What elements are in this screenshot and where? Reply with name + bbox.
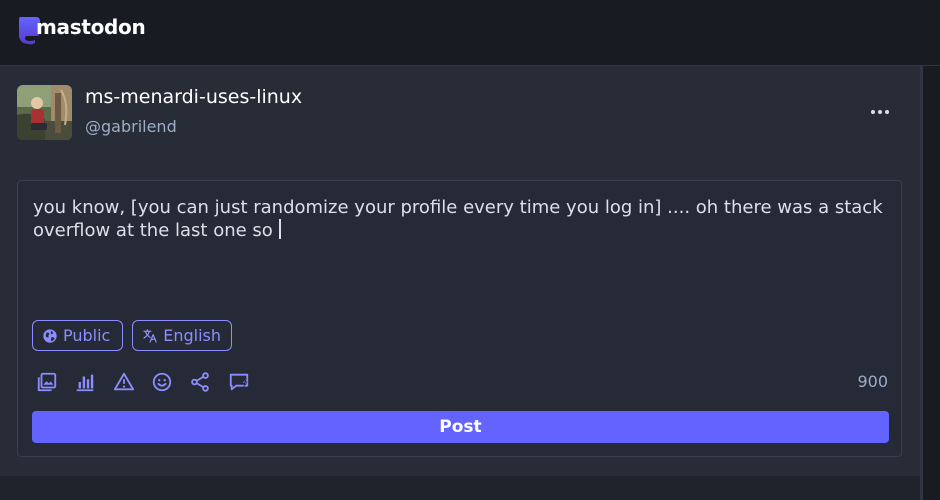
account-display-name[interactable]: ms-menardi-uses-linux [85,86,302,108]
language-dropdown[interactable]: English [132,320,232,351]
post-button[interactable]: Post [32,411,889,443]
interaction-policy-icon[interactable] [228,371,250,393]
visibility-dropdown[interactable]: Public [32,320,123,351]
language-label: English [163,326,221,345]
character-counter: 900 [857,372,888,391]
more-options-button[interactable] [862,100,898,124]
account-handle: @gabrilend [85,117,177,136]
bottom-strip [0,476,920,500]
ellipsis-dot [871,110,875,114]
text-caret [278,219,281,239]
ellipsis-dot [885,110,889,114]
ellipsis-dot [878,110,882,114]
compose-text: you know, [you can just randomize your p… [33,197,883,241]
content-warning-icon[interactable] [113,371,135,393]
logo-wordmark: mastodon [36,15,146,39]
top-bar: mastodon [0,0,940,66]
avatar[interactable] [17,85,72,140]
poll-icon[interactable] [74,371,96,393]
avatar-photo [17,85,72,140]
mastodon-logo[interactable]: mastodon [16,15,146,45]
column-divider [920,66,923,500]
emoji-icon[interactable] [151,371,173,393]
visibility-label: Public [63,326,111,345]
compose-form: you know, [you can just randomize your p… [17,180,902,457]
compose-textarea[interactable]: you know, [you can just randomize your p… [33,196,893,242]
quote-icon[interactable] [189,371,211,393]
globe-icon [43,328,57,343]
translate-icon [143,328,157,343]
media-icon[interactable] [36,371,58,393]
